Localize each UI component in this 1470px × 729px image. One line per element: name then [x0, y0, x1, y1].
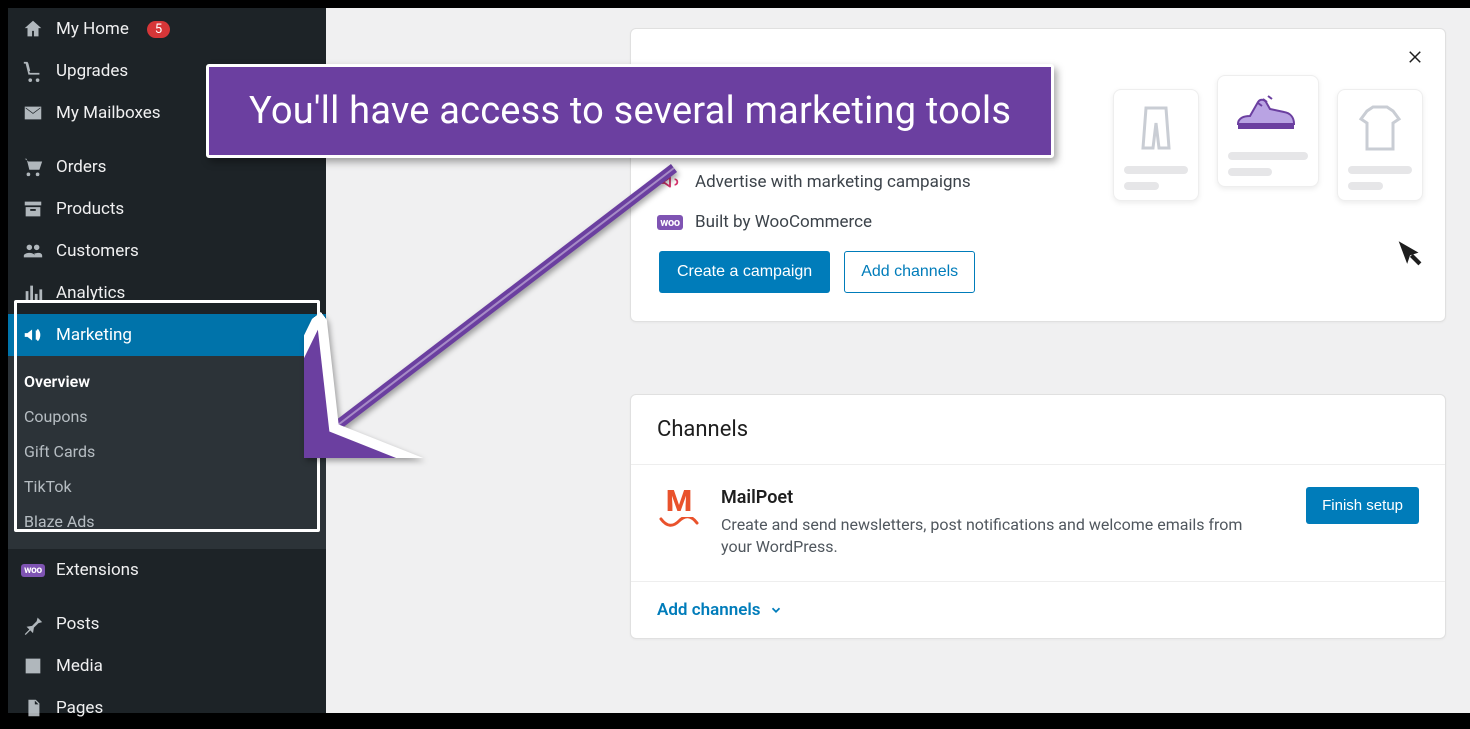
tutorial-callout: You'll have access to several marketing …	[206, 64, 1054, 158]
create-campaign-button[interactable]: Create a campaign	[659, 251, 830, 293]
woo-icon: woo	[22, 559, 44, 581]
feature-text: Advertise with marketing campaigns	[695, 172, 971, 192]
channels-heading: Channels	[631, 395, 1445, 465]
illus-product-pants	[1113, 89, 1199, 201]
channels-card: Channels M MailPoet Create and send news…	[630, 394, 1446, 639]
sidebar-item-label: Media	[56, 656, 103, 676]
users-icon	[22, 240, 44, 262]
submenu-item-overview[interactable]: Overview	[8, 364, 326, 399]
submenu-item-blaze-ads[interactable]: Blaze Ads	[8, 504, 326, 539]
chart-icon	[22, 282, 44, 304]
sidebar-item-label: Products	[56, 199, 124, 219]
add-channels-button[interactable]: Add channels	[844, 251, 975, 293]
notification-badge: 5	[147, 21, 170, 38]
sidebar-item-media[interactable]: Media	[8, 645, 326, 687]
marketing-submenu: Overview Coupons Gift Cards TikTok Blaze…	[8, 356, 326, 549]
sidebar-item-label: Upgrades	[56, 61, 128, 81]
channel-title: MailPoet	[721, 487, 1286, 508]
submenu-item-coupons[interactable]: Coupons	[8, 399, 326, 434]
chevron-down-icon	[769, 603, 783, 617]
mailpoet-logo: M	[657, 487, 701, 527]
sidebar-item-label: Posts	[56, 614, 99, 634]
sidebar-item-label: Extensions	[56, 560, 139, 580]
sidebar-item-analytics[interactable]: Analytics	[8, 272, 326, 314]
sidebar-item-label: Customers	[56, 241, 139, 261]
sidebar-item-products[interactable]: Products	[8, 188, 326, 230]
add-channels-link[interactable]: Add channels	[657, 600, 783, 620]
mail-icon	[22, 102, 44, 124]
cart-icon	[22, 60, 44, 82]
sidebar-item-posts[interactable]: Posts	[8, 603, 326, 645]
cart-icon	[22, 156, 44, 178]
sidebar-item-label: Orders	[56, 157, 106, 177]
sidebar-item-label: My Mailboxes	[56, 103, 161, 123]
cursor-icon	[1393, 237, 1427, 271]
app-frame: My Home 5 Upgrades My Mailboxes Orders	[8, 8, 1462, 713]
feature-text: Built by WooCommerce	[695, 212, 872, 232]
illus-product-shirt	[1337, 89, 1423, 201]
illus-product-shoe	[1217, 75, 1318, 187]
pin-icon	[22, 613, 44, 635]
sidebar-item-label: My Home	[56, 19, 129, 39]
sidebar-item-pages[interactable]: Pages	[8, 687, 326, 729]
sidebar-item-label: Marketing	[56, 325, 132, 345]
promo-illustration	[1113, 89, 1423, 269]
tutorial-arrow	[304, 158, 684, 458]
sidebar-item-marketing[interactable]: Marketing	[8, 314, 326, 356]
sidebar-item-extensions[interactable]: woo Extensions	[8, 549, 326, 591]
pages-icon	[22, 697, 44, 719]
sidebar-item-customers[interactable]: Customers	[8, 230, 326, 272]
megaphone-icon	[22, 324, 44, 346]
media-icon	[22, 655, 44, 677]
submenu-item-tiktok[interactable]: TikTok	[8, 469, 326, 504]
sidebar-item-label: Pages	[56, 698, 103, 718]
home-icon	[22, 18, 44, 40]
channel-row-mailpoet: M MailPoet Create and send newsletters, …	[631, 465, 1445, 582]
sidebar-item-label: Analytics	[56, 283, 125, 303]
archive-icon	[22, 198, 44, 220]
submenu-item-gift-cards[interactable]: Gift Cards	[8, 434, 326, 469]
finish-setup-button[interactable]: Finish setup	[1306, 487, 1419, 524]
channel-description: Create and send newsletters, post notifi…	[721, 514, 1261, 559]
close-button[interactable]	[1401, 43, 1429, 71]
sidebar-item-my-home[interactable]: My Home 5	[8, 8, 326, 50]
